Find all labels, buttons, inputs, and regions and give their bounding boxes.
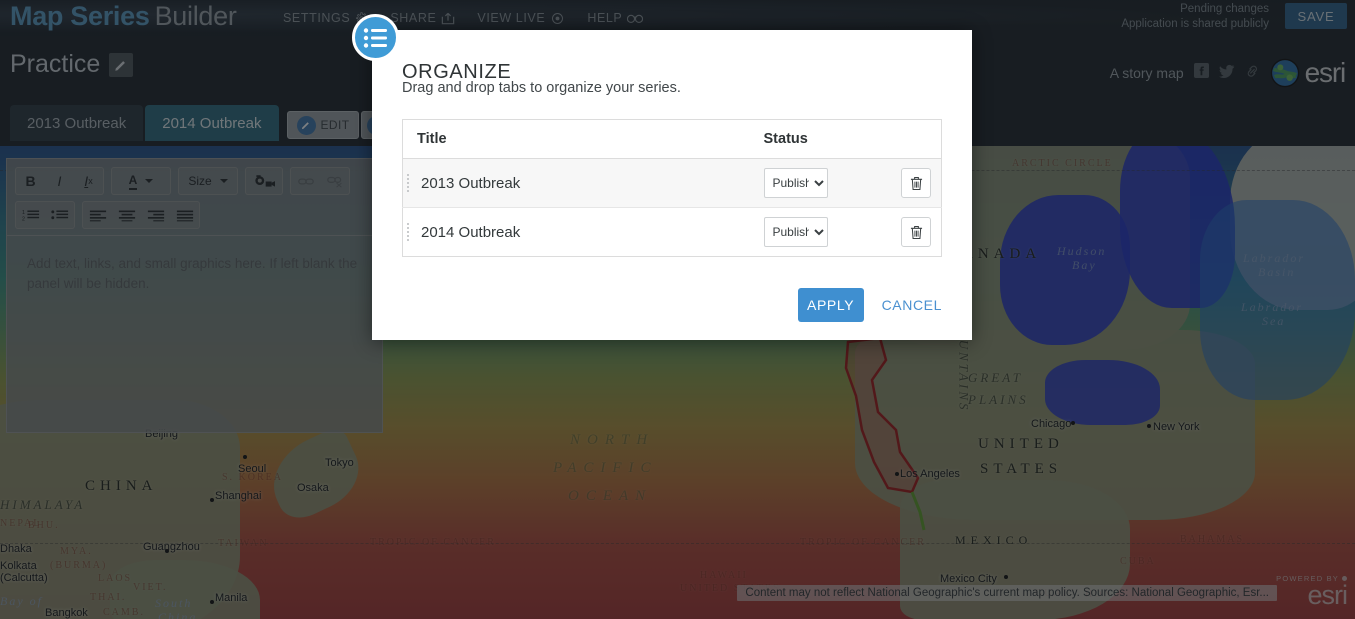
column-header-actions [883, 119, 942, 159]
column-header-status: Status [763, 119, 884, 159]
trash-icon[interactable] [901, 217, 931, 247]
row-delete-cell [884, 208, 942, 257]
list-glyph [363, 27, 387, 48]
map-series-builder-app: ARCTIC CIRCLECANADAHudsonBayLabradorBasi… [0, 0, 1355, 619]
column-header-title: Title [402, 119, 764, 159]
row-title-cell: 2013 Outbreak [403, 159, 764, 208]
drag-handle-icon[interactable] [407, 221, 413, 243]
modal-action-buttons: APPLY CANCEL [797, 288, 942, 322]
organize-table: Title Status 2013 Outbreak Published 201… [402, 119, 942, 257]
row-title-cell: 2014 Outbreak [403, 208, 764, 257]
row-title-label: 2014 Outbreak [421, 223, 521, 241]
organize-modal: ORGANIZE Drag and drop tabs to organize … [372, 30, 972, 340]
apply-button[interactable]: APPLY [797, 288, 864, 322]
trash-glyph [910, 225, 922, 239]
status-select[interactable]: Published Unpublished [763, 217, 828, 247]
list-icon [352, 14, 399, 61]
table-row[interactable]: 2014 Outbreak Published Unpublished [403, 208, 942, 257]
status-select[interactable]: Published Unpublished [763, 168, 828, 198]
trash-icon[interactable] [901, 168, 931, 198]
table-row[interactable]: 2013 Outbreak Published Unpublished [402, 158, 942, 208]
drag-handle-icon[interactable] [407, 172, 413, 194]
organize-table-body: 2013 Outbreak Published Unpublished [402, 158, 942, 257]
row-title-label: 2013 Outbreak [421, 174, 521, 192]
organize-table-header-row: Title Status [402, 119, 942, 159]
organize-table-head: Title Status [402, 119, 942, 159]
row-status-cell: Published Unpublished [763, 159, 884, 208]
row-delete-cell [884, 159, 942, 208]
trash-glyph [910, 176, 922, 190]
modal-subtitle: Drag and drop tabs to organize your seri… [402, 80, 681, 96]
row-status-cell: Published Unpublished [763, 208, 884, 257]
cancel-button[interactable]: CANCEL [882, 297, 942, 313]
